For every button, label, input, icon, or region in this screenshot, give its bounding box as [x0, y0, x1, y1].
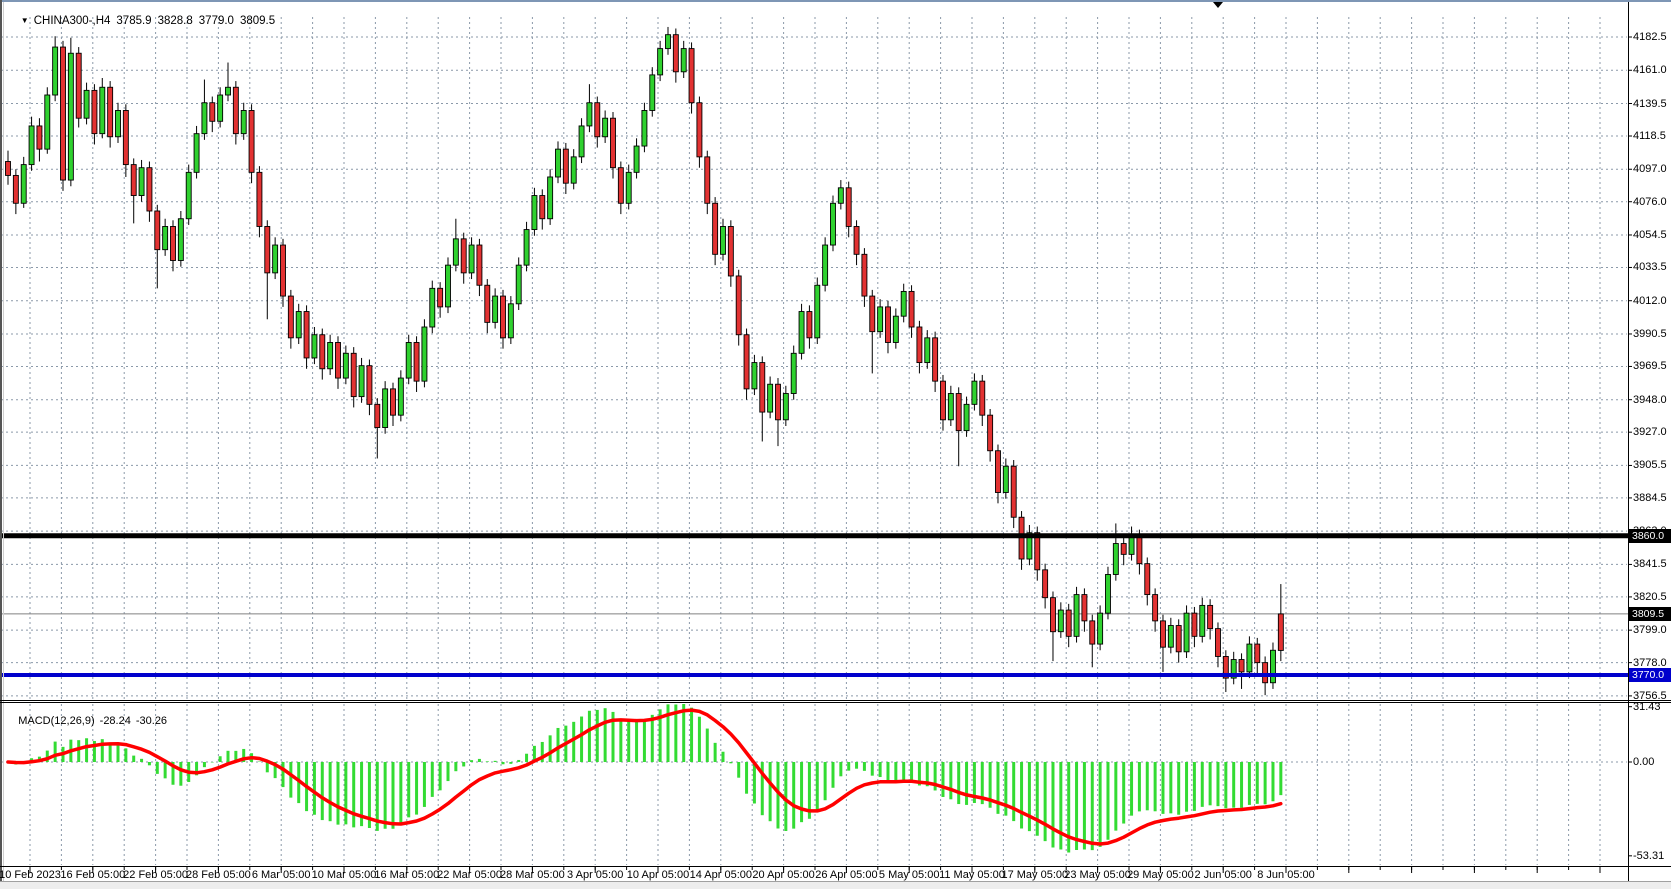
bar-low: 3779.0 — [199, 15, 234, 27]
time-tick-label: 20 Apr 05:00 — [752, 869, 814, 881]
bar-open: 3785.9 — [116, 15, 151, 27]
price-tick-label: 3948.0 — [1633, 394, 1667, 406]
time-tick-label: 29 May 05:00 — [1127, 869, 1194, 881]
symbol-dropdown-icon[interactable]: ▼ — [21, 16, 29, 25]
price-tick-label: 3778.0 — [1633, 657, 1667, 669]
price-tick-label: 4118.5 — [1633, 130, 1666, 142]
price-tick-label: 4054.5 — [1633, 229, 1667, 241]
price-tick-label: 3799.0 — [1633, 624, 1667, 636]
price-tick-label: 4182.5 — [1633, 31, 1667, 43]
price-badge-current-price: 3809.5 — [1629, 607, 1671, 621]
indicator-macd-value: -28.24 — [100, 715, 131, 727]
time-tick-label: 22 Mar 05:00 — [437, 869, 502, 881]
symbol-name: CHINA300-,H4 — [34, 15, 111, 27]
price-badge-support: 3770.0 — [1629, 668, 1671, 682]
price-tick-label: 3884.5 — [1633, 492, 1667, 504]
bar-high: 3828.8 — [158, 15, 193, 27]
time-tick-label: 8 Jun 05:00 — [1257, 869, 1315, 881]
time-tick-label: 26 Apr 05:00 — [815, 869, 877, 881]
time-tick-label: 22 Feb 05:00 — [123, 869, 188, 881]
price-tick-label: 4161.0 — [1633, 64, 1667, 76]
time-tick-label: 16 Feb 05:00 — [60, 869, 125, 881]
price-tick-label: 4076.0 — [1633, 196, 1667, 208]
price-tick-label: 4012.0 — [1633, 295, 1667, 307]
price-badge-resistance: 3860.0 — [1629, 529, 1671, 543]
price-tick-label: 3820.5 — [1633, 591, 1667, 603]
time-tick-label: 5 May 05:00 — [879, 869, 940, 881]
time-tick-label: 10 Apr 05:00 — [627, 869, 689, 881]
price-tick-label: 3969.5 — [1633, 360, 1667, 372]
price-tick-label: 3841.5 — [1633, 558, 1667, 570]
time-tick-label: 17 May 05:00 — [1001, 869, 1068, 881]
price-tick-label: 4139.5 — [1633, 98, 1667, 110]
time-tick-label: 10 Mar 05:00 — [312, 869, 377, 881]
time-tick-label: 14 Apr 05:00 — [690, 869, 752, 881]
chart-canvas[interactable] — [0, 0, 1671, 889]
time-tick-label: 6 Mar 05:00 — [252, 869, 311, 881]
indicator-signal-value: -30.26 — [136, 715, 167, 727]
bar-close: 3809.5 — [240, 15, 275, 27]
time-tick-label: 3 Apr 05:00 — [567, 869, 623, 881]
time-tick-label: 16 Mar 05:00 — [374, 869, 439, 881]
symbol-title: ▼ CHINA300-,H4 3785.9 3828.8 3779.0 3809.5 — [8, 3, 275, 39]
macd-tick-label: 31.43 — [1633, 701, 1661, 713]
time-tick-label: 28 Mar 05:00 — [500, 869, 565, 881]
price-tick-label: 4033.5 — [1633, 261, 1667, 273]
price-tick-label: 3905.5 — [1633, 459, 1667, 471]
macd-tick-label: -53.31 — [1633, 850, 1664, 862]
macd-tick-label: 0.00 — [1633, 756, 1654, 768]
time-tick-label: 11 May 05:00 — [939, 869, 1005, 881]
price-tick-label: 3990.5 — [1633, 328, 1667, 340]
chart-window: ▼ CHINA300-,H4 3785.9 3828.8 3779.0 3809.5 MA… — [0, 0, 1671, 889]
price-tick-label: 4097.0 — [1633, 163, 1667, 175]
time-tick-label: 23 May 05:00 — [1064, 869, 1131, 881]
time-tick-label: 10 Feb 2023 — [0, 869, 61, 881]
time-tick-label: 2 Jun 05:00 — [1194, 869, 1252, 881]
time-tick-label: 28 Feb 05:00 — [186, 869, 251, 881]
indicator-name: MACD(12,26,9) — [18, 715, 94, 727]
indicator-label: MACD(12,26,9) -28.24 -30.26 — [6, 703, 172, 739]
price-tick-label: 3927.0 — [1633, 426, 1667, 438]
